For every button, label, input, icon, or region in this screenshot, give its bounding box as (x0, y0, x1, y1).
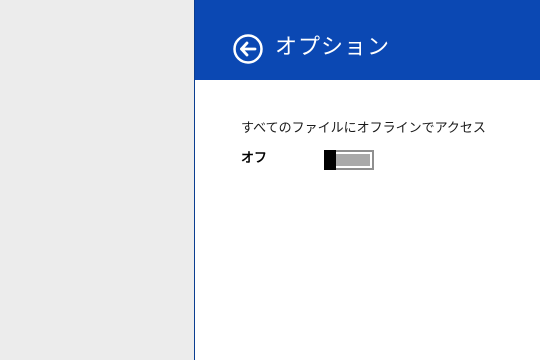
back-button[interactable] (233, 34, 263, 64)
toggle-state-label: オフ (241, 151, 268, 166)
back-arrow-circle-icon (233, 34, 263, 64)
screen: オプション すべてのファイルにオフラインでアクセス オフ (0, 0, 540, 360)
toggle-track (336, 154, 370, 166)
flyout-header: オプション (195, 0, 540, 80)
flyout-title: オプション (275, 35, 391, 60)
offline-access-toggle[interactable] (324, 150, 374, 170)
options-flyout: オプション すべてのファイルにオフラインでアクセス オフ (194, 0, 540, 360)
toggle-thumb[interactable] (324, 150, 336, 170)
app-background (0, 0, 194, 360)
offline-access-label: すべてのファイルにオフラインでアクセス (241, 121, 486, 136)
